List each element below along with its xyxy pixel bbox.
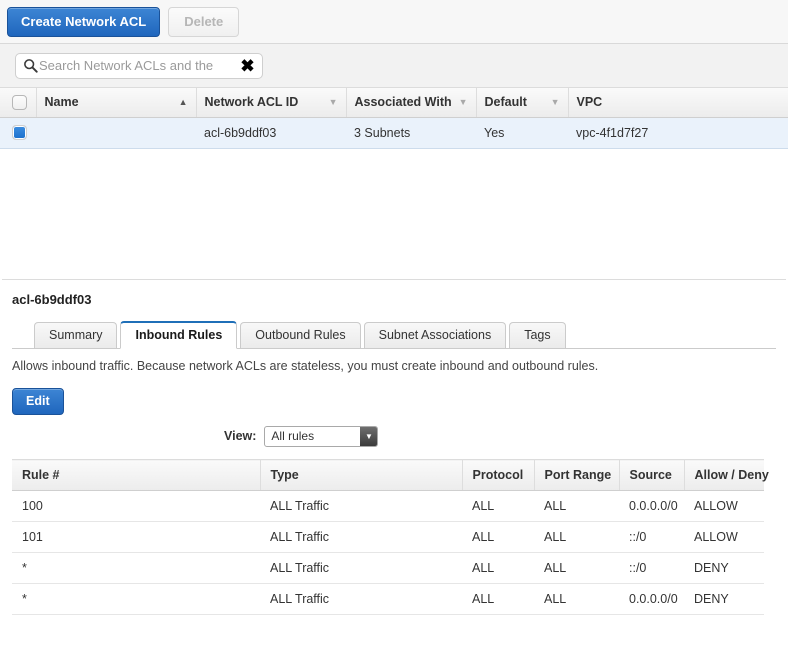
cell-source: ::/0 [619,552,684,584]
tab-subnet-associations[interactable]: Subnet Associations [363,321,507,348]
column-label-network-acl-id: Network ACL ID [204,95,299,110]
cell-type: ALL Traffic [260,490,462,522]
tab-label-subnet-associations: Subnet Associations [378,327,492,342]
cell-type: ALL Traffic [260,521,462,553]
detail-tabs: Summary Inbound Rules Outbound Rules Sub… [12,320,776,349]
tab-label-inbound-rules: Inbound Rules [135,327,223,342]
cell-vpc: vpc-4f1d7f27 [568,116,788,149]
column-header-network-acl-id[interactable]: Network ACL ID ▼ [196,88,347,118]
chevron-down-icon: ▼ [550,96,560,107]
table-row: * ALL Traffic ALL ALL ::/0 DENY [12,552,764,584]
select-all-header [0,88,37,118]
tab-description: Allows inbound traffic. Because network … [12,358,599,373]
tab-inbound-rules[interactable]: Inbound Rules [120,320,238,349]
cell-rule-number: * [12,583,260,615]
chevron-down-icon: ▼ [328,96,338,107]
column-header-default[interactable]: Default ▼ [476,88,569,118]
cell-rule-number: * [12,552,260,584]
search-box[interactable]: ✖ [15,52,263,79]
tab-label-tags: Tags [524,327,551,342]
rules-column-header-port-range: Port Range [534,459,620,491]
sort-ascending-icon: ▲ [178,96,188,107]
tab-label-outbound-rules: Outbound Rules [255,327,346,342]
row-select-cell [0,116,36,149]
cell-name [36,116,196,149]
column-label-default: Default [484,95,527,110]
rules-header-row: Rule # Type Protocol Port Range Source A… [12,459,769,491]
table-row: * ALL Traffic ALL ALL 0.0.0.0/0 DENY [12,583,764,615]
cell-associated-with: 3 Subnets [346,116,476,149]
inbound-rules-table: Rule # Type Protocol Port Range Source A… [12,459,769,615]
search-icon [23,58,38,73]
network-acl-list-table: Name ▲ Network ACL ID ▼ Associated With … [0,88,788,149]
row-checkbox[interactable] [12,125,27,141]
cell-protocol: ALL [462,552,534,584]
cell-port-range: ALL [534,490,619,522]
cell-port-range: ALL [534,552,619,584]
view-select-value: All rules [271,428,315,443]
cell-protocol: ALL [462,521,534,553]
column-header-name[interactable]: Name ▲ [36,88,197,118]
cell-allow-deny: DENY [684,552,764,584]
tab-summary[interactable]: Summary [34,321,118,348]
table-row: 101 ALL Traffic ALL ALL ::/0 ALLOW [12,521,764,553]
detail-panel: acl-6b9ddf03 Summary Inbound Rules Outbo… [0,280,788,448]
rules-column-header-allow-deny: Allow / Deny [684,459,769,491]
table-row[interactable]: acl-6b9ddf03 3 Subnets Yes vpc-4f1d7f27 [0,116,788,149]
tab-tags[interactable]: Tags [509,321,566,348]
rules-column-header-protocol: Protocol [462,459,535,491]
table-row: 100 ALL Traffic ALL ALL 0.0.0.0/0 ALLOW [12,490,764,522]
cell-protocol: ALL [462,490,534,522]
tab-label-summary: Summary [49,327,103,342]
cell-allow-deny: ALLOW [684,490,764,522]
cell-network-acl-id: acl-6b9ddf03 [196,116,346,149]
detail-panel-title: acl-6b9ddf03 [12,291,92,307]
delete-button[interactable]: Delete [168,6,240,37]
tab-outbound-rules[interactable]: Outbound Rules [240,321,361,348]
view-label: View: [224,429,257,443]
select-all-checkbox[interactable] [12,94,27,110]
cell-port-range: ALL [534,583,619,615]
list-empty-area [0,148,788,279]
cell-rule-number: 101 [12,521,260,553]
chevron-down-icon: ▼ [458,96,468,107]
cell-default: Yes [476,116,568,149]
column-label-vpc: VPC [576,95,603,110]
column-header-vpc[interactable]: VPC [568,88,788,118]
cell-port-range: ALL [534,521,619,553]
column-header-associated-with[interactable]: Associated With ▼ [346,88,477,118]
cell-type: ALL Traffic [260,583,462,615]
cell-allow-deny: DENY [684,583,764,615]
create-network-acl-button[interactable]: Create Network ACL [7,6,161,37]
cell-allow-deny: ALLOW [684,521,764,553]
view-filter-row: View: All rules ▼ [12,425,776,447]
edit-button[interactable]: Edit [12,387,64,415]
search-bar: ✖ [0,44,788,88]
view-select[interactable]: All rules ▼ [264,425,379,447]
cell-rule-number: 100 [12,490,260,522]
search-input[interactable] [38,58,262,73]
column-label-associated-with: Associated With [354,95,452,110]
cell-type: ALL Traffic [260,552,462,584]
rules-column-header-rule-number: Rule # [12,459,261,491]
cell-protocol: ALL [462,583,534,615]
chevron-down-icon: ▼ [360,426,378,446]
cell-source: 0.0.0.0/0 [619,490,684,522]
clear-search-icon[interactable]: ✖ [239,57,256,74]
rules-column-header-source: Source [619,459,685,491]
action-toolbar: Create Network ACL Delete [0,0,788,44]
rules-column-header-type: Type [260,459,463,491]
cell-source: 0.0.0.0/0 [619,583,684,615]
column-label-name: Name [44,95,79,110]
table-header-row: Name ▲ Network ACL ID ▼ Associated With … [0,88,788,118]
cell-source: ::/0 [619,521,684,553]
